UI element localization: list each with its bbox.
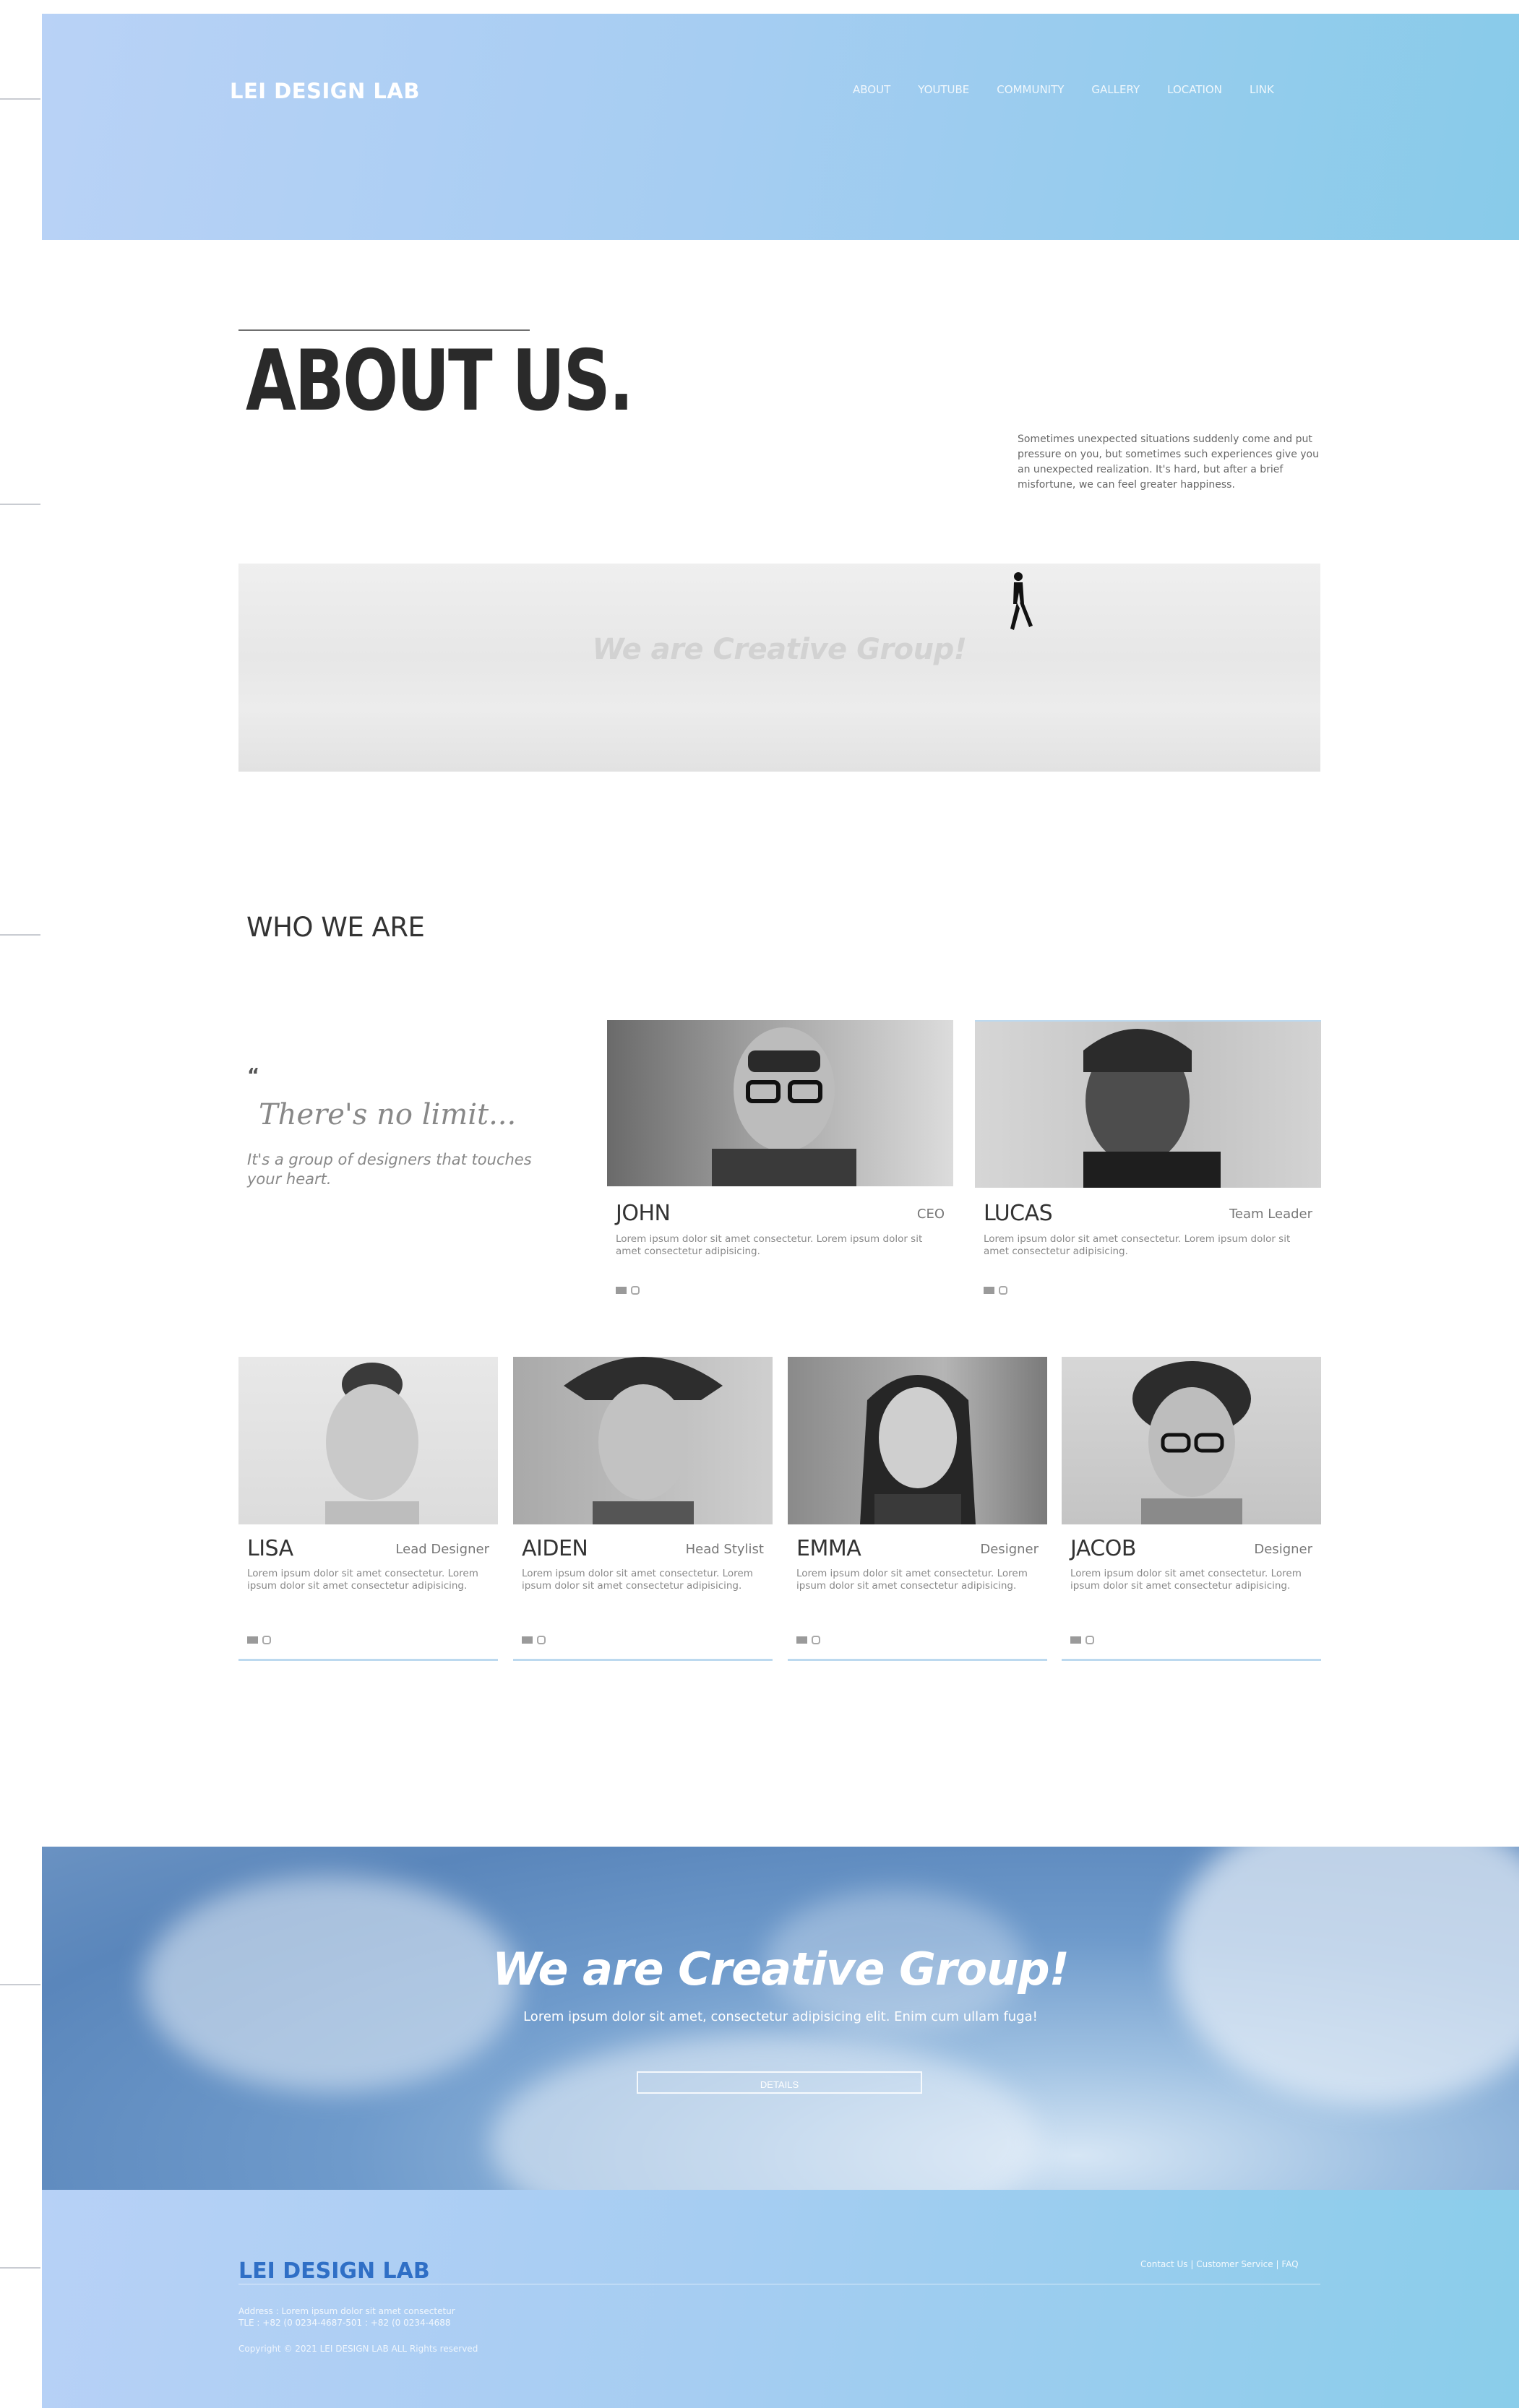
nav-item-gallery[interactable]: GALLERY bbox=[1091, 83, 1140, 96]
footer-links[interactable]: Contact Us | Customer Service | FAQ bbox=[1140, 2259, 1299, 2269]
footer-copyright: Copyright © 2021 LEI DESIGN LAB ALL Righ… bbox=[238, 2344, 478, 2354]
team-member-bio: Lorem ipsum dolor sit amet consectetur. … bbox=[1070, 1568, 1302, 1592]
team-member-name: EMMA bbox=[796, 1536, 861, 1561]
team-member-role: Lead Designer bbox=[395, 1542, 489, 1557]
team-member-bio: Lorem ipsum dolor sit amet consectetur. … bbox=[984, 1233, 1291, 1257]
cta-banner: We are Creative Group! Lorem ipsum dolor… bbox=[42, 1847, 1519, 2190]
team-member-role: Head Stylist bbox=[685, 1542, 764, 1557]
team-member-name: AIDEN bbox=[522, 1536, 588, 1561]
about-title-rule bbox=[238, 329, 530, 331]
nav-item-community[interactable]: COMMUNITY bbox=[997, 83, 1064, 96]
team-member-role: Designer bbox=[980, 1542, 1039, 1557]
footer-address-line: Address : Lorem ipsum dolor sit amet con… bbox=[238, 2306, 455, 2316]
hero-image-caption: We are Creative Group! bbox=[592, 633, 967, 666]
team-member-role: CEO bbox=[916, 1207, 945, 1222]
team-photo bbox=[975, 1020, 1321, 1188]
team-photo bbox=[607, 1020, 953, 1186]
about-description: Sometimes unexpected situations suddenly… bbox=[1018, 433, 1319, 491]
team-photo bbox=[788, 1357, 1047, 1524]
team-photo bbox=[238, 1357, 498, 1524]
cloud-shape bbox=[490, 2034, 1039, 2190]
team-member-name: JOHN bbox=[616, 1201, 671, 1226]
instagram-icon[interactable] bbox=[262, 1636, 271, 1644]
site-header: LEI DESIGN LAB ABOUT YOUTUBE COMMUNITY G… bbox=[42, 14, 1519, 240]
team-photo bbox=[513, 1357, 773, 1524]
cta-title: We are Creative Group! bbox=[492, 1943, 1070, 1995]
person-walking-illustration bbox=[1010, 572, 1033, 630]
card-underline bbox=[238, 1659, 498, 1661]
edge-guide bbox=[0, 98, 40, 100]
team-member-social bbox=[247, 1636, 271, 1644]
quote-icon: “ bbox=[247, 1065, 260, 1087]
mail-icon[interactable] bbox=[522, 1636, 533, 1644]
nav-item-link[interactable]: LINK bbox=[1250, 83, 1274, 96]
team-card-aiden[interactable]: AIDEN Head Stylist Lorem ipsum dolor sit… bbox=[513, 1357, 773, 1664]
team-member-bio: Lorem ipsum dolor sit amet consectetur. … bbox=[247, 1568, 478, 1592]
nav-item-youtube[interactable]: YOUTUBE bbox=[918, 83, 969, 96]
quote-text: There's no limit... bbox=[259, 1098, 517, 1131]
who-we-are-title: WHO WE ARE bbox=[246, 912, 425, 943]
edge-guide bbox=[0, 2267, 40, 2269]
mail-icon[interactable] bbox=[796, 1636, 807, 1644]
nav-item-about[interactable]: ABOUT bbox=[853, 83, 890, 96]
team-member-name: JACOB bbox=[1070, 1536, 1136, 1561]
team-member-name: LUCAS bbox=[984, 1201, 1053, 1226]
about-hero-image: We are Creative Group! bbox=[238, 564, 1320, 772]
cta-subtitle: Lorem ipsum dolor sit amet, consectetur … bbox=[523, 2009, 1038, 2024]
team-member-bio: Lorem ipsum dolor sit amet consectetur. … bbox=[796, 1568, 1028, 1592]
instagram-icon[interactable] bbox=[812, 1636, 820, 1644]
team-member-social bbox=[522, 1636, 546, 1644]
about-title: ABOUT US. bbox=[246, 332, 634, 430]
team-member-name: LISA bbox=[247, 1536, 293, 1561]
team-card-jacob[interactable]: JACOB Designer Lorem ipsum dolor sit ame… bbox=[1062, 1357, 1321, 1664]
edge-guide bbox=[0, 1984, 40, 1985]
nav-item-location[interactable]: LOCATION bbox=[1167, 83, 1222, 96]
team-member-role: Designer bbox=[1254, 1542, 1312, 1557]
team-card-lucas[interactable]: LUCAS Team Leader Lorem ipsum dolor sit … bbox=[975, 1020, 1321, 1324]
mail-icon[interactable] bbox=[616, 1287, 627, 1294]
card-underline bbox=[1062, 1659, 1321, 1661]
edge-guide bbox=[0, 934, 40, 936]
team-card-john[interactable]: JOHN CEO Lorem ipsum dolor sit amet cons… bbox=[607, 1020, 953, 1324]
team-card-lisa[interactable]: LISA Lead Designer Lorem ipsum dolor sit… bbox=[238, 1357, 498, 1664]
footer-address: Address : Lorem ipsum dolor sit amet con… bbox=[238, 2305, 455, 2329]
mail-icon[interactable] bbox=[1070, 1636, 1081, 1644]
instagram-icon[interactable] bbox=[537, 1636, 546, 1644]
team-member-social bbox=[616, 1286, 640, 1295]
team-member-social bbox=[796, 1636, 820, 1644]
team-member-role: Team Leader bbox=[1229, 1207, 1312, 1222]
site-logo[interactable]: LEI DESIGN LAB bbox=[230, 79, 420, 103]
team-card-emma[interactable]: EMMA Designer Lorem ipsum dolor sit amet… bbox=[788, 1357, 1047, 1664]
quote-subtext: It's a group of designers that touches y… bbox=[247, 1151, 532, 1188]
instagram-icon[interactable] bbox=[631, 1286, 640, 1295]
footer-phone-line: TLE : +82 (0 0234-4687-501 : +82 (0 0234… bbox=[238, 2318, 451, 2328]
mail-icon[interactable] bbox=[984, 1287, 994, 1294]
team-member-social bbox=[984, 1286, 1007, 1295]
team-member-social bbox=[1070, 1636, 1094, 1644]
site-footer: LEI DESIGN LAB Contact Us | Customer Ser… bbox=[42, 2190, 1519, 2408]
instagram-icon[interactable] bbox=[999, 1286, 1007, 1295]
main-nav: ABOUT YOUTUBE COMMUNITY GALLERY LOCATION… bbox=[853, 83, 1274, 96]
mail-icon[interactable] bbox=[247, 1636, 258, 1644]
instagram-icon[interactable] bbox=[1085, 1636, 1094, 1644]
team-member-bio: Lorem ipsum dolor sit amet consectetur. … bbox=[616, 1233, 923, 1257]
footer-logo[interactable]: LEI DESIGN LAB bbox=[238, 2258, 430, 2284]
card-underline bbox=[513, 1659, 773, 1661]
cta-details-button[interactable]: DETAILS bbox=[637, 2071, 922, 2094]
team-member-bio: Lorem ipsum dolor sit amet consectetur. … bbox=[522, 1568, 753, 1592]
card-underline bbox=[788, 1659, 1047, 1661]
team-photo bbox=[1062, 1357, 1321, 1524]
edge-guide bbox=[0, 504, 40, 505]
